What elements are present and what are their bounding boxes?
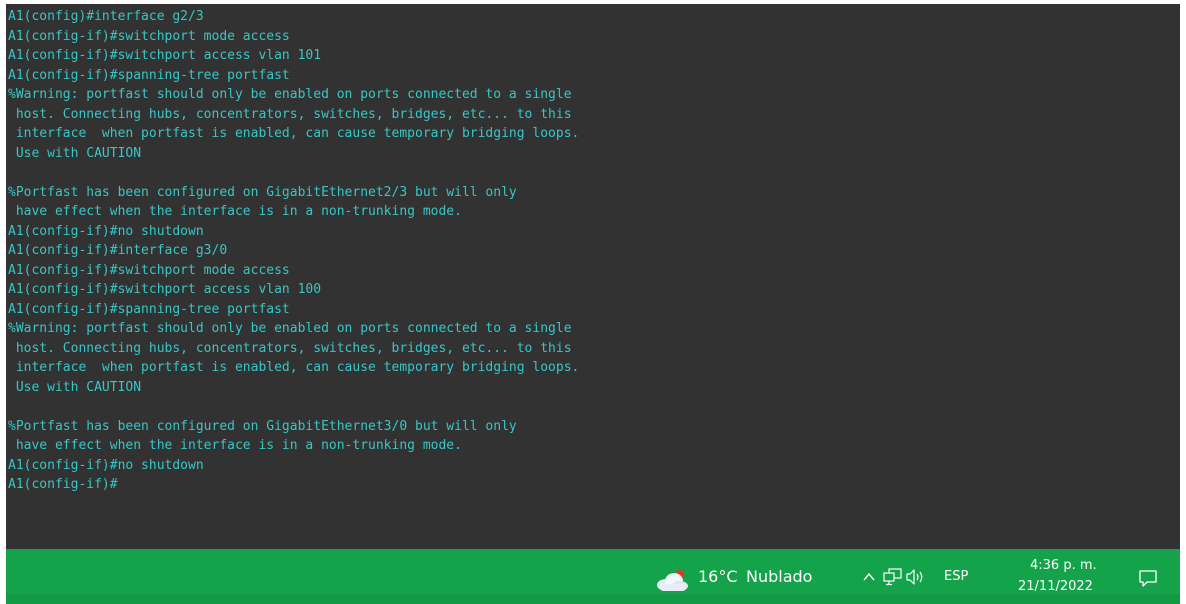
- terminal-line: A1(config-if)#: [8, 477, 118, 492]
- terminal-line: A1(config)#interface g2/3: [8, 9, 204, 24]
- network-icon[interactable]: [883, 568, 903, 586]
- terminal-line: %Warning: portfast should only be enable…: [8, 87, 572, 102]
- cloud-icon[interactable]: [654, 568, 690, 592]
- terminal-line: A1(config-if)#interface g3/0: [8, 243, 228, 258]
- clock-date[interactable]: 21/11/2022: [1018, 579, 1093, 594]
- terminal-window[interactable]: A1(config)#interface g2/3 A1(config-if)#s…: [6, 4, 1180, 549]
- terminal-line: A1(config-if)#spanning-tree portfast: [8, 301, 290, 317]
- terminal-line: host. Connecting hubs, concentrators, sw…: [8, 106, 572, 122]
- clock-time[interactable]: 4:36 p. m.: [1030, 558, 1097, 573]
- terminal-line: Use with CAUTION: [8, 145, 142, 161]
- terminal-line: host. Connecting hubs, concentrators, sw…: [8, 340, 572, 356]
- terminal-output: A1(config)#interface g2/3 A1(config-if)#s…: [8, 7, 579, 495]
- terminal-line: A1(config-if)#switchport access vlan 101: [8, 48, 322, 63]
- screen: A1(config)#interface g2/3 A1(config-if)#s…: [0, 0, 1186, 604]
- terminal-line: A1(config-if)#switchport mode access: [8, 262, 290, 278]
- speaker-icon[interactable]: [905, 568, 927, 586]
- notification-icon[interactable]: [1138, 568, 1158, 588]
- terminal-line: interface when portfast is enabled, can …: [8, 126, 580, 141]
- terminal-line: A1(config-if)#no shutdown: [8, 223, 204, 239]
- chevron-up-icon[interactable]: [862, 570, 876, 584]
- terminal-line: interface when portfast is enabled, can …: [8, 360, 580, 375]
- taskbar-lower-band: [6, 594, 1180, 604]
- terminal-line: Use with CAUTION: [8, 379, 142, 395]
- taskbar: 16°C Nublado ESP 4:36 p. m. 21/11/2022: [6, 549, 1180, 604]
- terminal-line: A1(config-if)#switchport mode access: [8, 28, 290, 44]
- terminal-line: A1(config-if)#switchport access vlan 100: [8, 282, 322, 297]
- terminal-line: %Portfast has been configured on Gigabit…: [8, 184, 517, 200]
- language-indicator[interactable]: ESP: [944, 569, 968, 584]
- weather-condition[interactable]: Nublado: [746, 567, 812, 586]
- weather-temperature[interactable]: 16°C: [698, 567, 738, 586]
- terminal-line: have effect when the interface is in a n…: [8, 204, 462, 219]
- terminal-line: have effect when the interface is in a n…: [8, 438, 462, 453]
- terminal-line: %Portfast has been configured on Gigabit…: [8, 418, 517, 434]
- terminal-line: A1(config-if)#spanning-tree portfast: [8, 67, 290, 83]
- terminal-line: %Warning: portfast should only be enable…: [8, 321, 572, 336]
- terminal-line: A1(config-if)#no shutdown: [8, 457, 204, 473]
